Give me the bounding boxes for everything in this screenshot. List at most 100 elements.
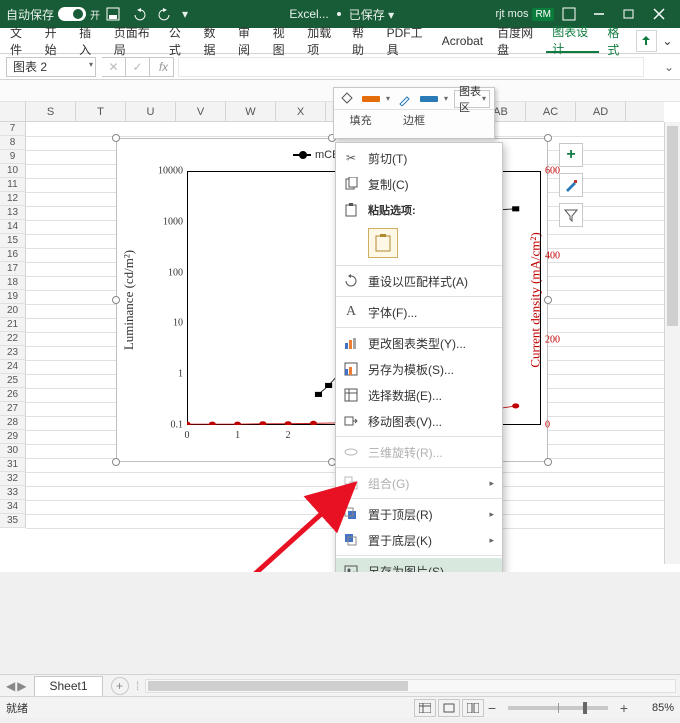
tab-pdf[interactable]: PDF工具: [381, 29, 434, 53]
fx-confirm-icon[interactable]: ✓: [126, 57, 150, 77]
ribbon-tabs: 文件 开始 插入 页面布局 公式 数据 审阅 视图 加载项 帮助 PDF工具 A…: [0, 28, 680, 54]
menu-bring-front[interactable]: 置于顶层(R)▸: [336, 501, 502, 527]
context-menu: ✂剪切(T) 复制(C) 粘贴选项: 重设以匹配样式(A) A字体(F)... …: [335, 142, 503, 572]
border-label: 边框: [387, 110, 440, 128]
legend-marker-icon: [293, 151, 311, 159]
autosave-toggle[interactable]: 自动保存 开: [6, 6, 100, 23]
chart-elements-button[interactable]: +: [559, 143, 583, 167]
menu-send-back[interactable]: 置于底层(K)▸: [336, 527, 502, 553]
tab-formulas[interactable]: 公式: [163, 29, 196, 53]
menu-group: 组合(G)▸: [336, 470, 502, 496]
resize-handle[interactable]: [112, 458, 120, 466]
autosave-on-text: 开: [90, 7, 100, 22]
border-color-swatch[interactable]: [420, 96, 438, 102]
ribbon-collapse-icon[interactable]: ⌄: [659, 34, 676, 48]
tab-format[interactable]: 格式: [601, 29, 634, 53]
formula-bar: 图表 2▾ ✕ ✓ fx ⌄: [0, 54, 680, 80]
zoom-value[interactable]: 85%: [638, 702, 674, 714]
chart-styles-button[interactable]: [559, 173, 583, 197]
tab-addins[interactable]: 加载项: [301, 29, 344, 53]
tab-baidu[interactable]: 百度网盘: [491, 29, 544, 53]
paste-option-icon: [368, 228, 398, 258]
select-all-corner[interactable]: [0, 102, 26, 122]
name-box[interactable]: 图表 2▾: [6, 57, 96, 77]
menu-save-template[interactable]: 另存为模板(S)...: [336, 356, 502, 382]
copy-icon: [342, 175, 360, 193]
autosave-switch[interactable]: [58, 7, 86, 21]
sheet-tab-bar: ◀ ▶ Sheet1 + ⁞: [0, 674, 680, 696]
bring-front-icon: [342, 505, 360, 523]
chart-filters-button[interactable]: [559, 203, 583, 227]
template-icon: [342, 360, 360, 378]
saved-status[interactable]: 已保存 ▾: [349, 6, 394, 23]
resize-handle[interactable]: [544, 458, 552, 466]
row-headers[interactable]: 7891011121314151617181920212223242526272…: [0, 122, 26, 528]
menu-cut[interactable]: ✂剪切(T): [336, 145, 502, 171]
tab-acrobat[interactable]: Acrobat: [436, 29, 489, 53]
menu-paste-option[interactable]: [336, 223, 502, 263]
mini-toolbar: ▾ ▾ 图表区▾ 填充 边框: [333, 87, 495, 139]
menu-save-as-picture[interactable]: 另存为图片(S)...: [336, 558, 502, 572]
menu-reset-style[interactable]: 重设以匹配样式(A): [336, 268, 502, 294]
paste-icon: [342, 201, 360, 219]
tab-view[interactable]: 视图: [267, 29, 300, 53]
save-picture-icon: [342, 562, 360, 572]
fill-label: 填充: [334, 110, 387, 128]
filename: Excel...: [289, 7, 328, 21]
zoom-slider[interactable]: [508, 706, 608, 710]
resize-handle[interactable]: [544, 296, 552, 304]
undo-icon[interactable]: [130, 5, 148, 23]
menu-copy[interactable]: 复制(C): [336, 171, 502, 197]
menu-move-chart[interactable]: 移动图表(V)...: [336, 408, 502, 434]
status-bar: 就绪 − + 85%: [0, 696, 680, 718]
user-badge[interactable]: RM: [532, 8, 554, 21]
tab-layout[interactable]: 页面布局: [108, 29, 161, 53]
rotate-3d-icon: [342, 443, 360, 461]
select-data-icon: [342, 386, 360, 404]
resize-handle[interactable]: [544, 134, 552, 142]
user-name[interactable]: rjt mos: [495, 8, 528, 20]
sheet-tab[interactable]: Sheet1: [34, 676, 102, 696]
vertical-scrollbar[interactable]: [664, 122, 680, 564]
move-chart-icon: [342, 412, 360, 430]
tab-data[interactable]: 数据: [197, 29, 230, 53]
menu-change-chart-type[interactable]: 更改图表类型(Y)...: [336, 330, 502, 356]
fill-color-icon[interactable]: [338, 91, 356, 107]
tab-insert[interactable]: 插入: [73, 29, 106, 53]
fx-cancel-icon[interactable]: ✕: [102, 57, 126, 77]
tab-chart-design[interactable]: 图表设计: [546, 29, 599, 53]
resize-handle[interactable]: [112, 296, 120, 304]
close-icon[interactable]: [644, 0, 674, 28]
redo-icon[interactable]: [156, 5, 174, 23]
formula-expand-icon[interactable]: ⌄: [664, 60, 674, 74]
menu-select-data[interactable]: 选择数据(E)...: [336, 382, 502, 408]
tab-review[interactable]: 审阅: [232, 29, 265, 53]
zoom-in-button[interactable]: +: [616, 700, 632, 716]
menu-font[interactable]: A字体(F)...: [336, 299, 502, 325]
sheet-nav-prev-icon[interactable]: ◀: [6, 679, 15, 693]
border-color-icon[interactable]: [396, 91, 414, 107]
tab-help[interactable]: 帮助: [346, 29, 379, 53]
formula-input[interactable]: [178, 57, 644, 77]
sheet-nav-next-icon[interactable]: ▶: [17, 679, 26, 693]
view-page-break-icon[interactable]: [462, 699, 484, 717]
tab-home[interactable]: 开始: [39, 29, 72, 53]
fx-icon[interactable]: fx: [150, 57, 174, 77]
y-axis-left-label[interactable]: Luminance (cd/m²): [121, 250, 137, 350]
font-icon: A: [342, 303, 360, 321]
fill-color-swatch[interactable]: [362, 96, 380, 102]
chart-area-combo[interactable]: 图表区▾: [454, 90, 490, 108]
view-normal-icon[interactable]: [414, 699, 436, 717]
group-icon: [342, 474, 360, 492]
horizontal-scrollbar[interactable]: [145, 679, 676, 693]
tab-file[interactable]: 文件: [4, 29, 37, 53]
worksheet-grid[interactable]: ST UV WX ABAC AD 78910111213141516171819…: [0, 80, 680, 572]
add-sheet-button[interactable]: +: [111, 677, 129, 695]
save-icon[interactable]: [104, 5, 122, 23]
autosave-label: 自动保存: [6, 6, 54, 23]
view-page-layout-icon[interactable]: [438, 699, 460, 717]
share-icon[interactable]: [636, 30, 657, 52]
resize-handle[interactable]: [112, 134, 120, 142]
zoom-out-button[interactable]: −: [484, 700, 500, 716]
reset-icon: [342, 272, 360, 290]
